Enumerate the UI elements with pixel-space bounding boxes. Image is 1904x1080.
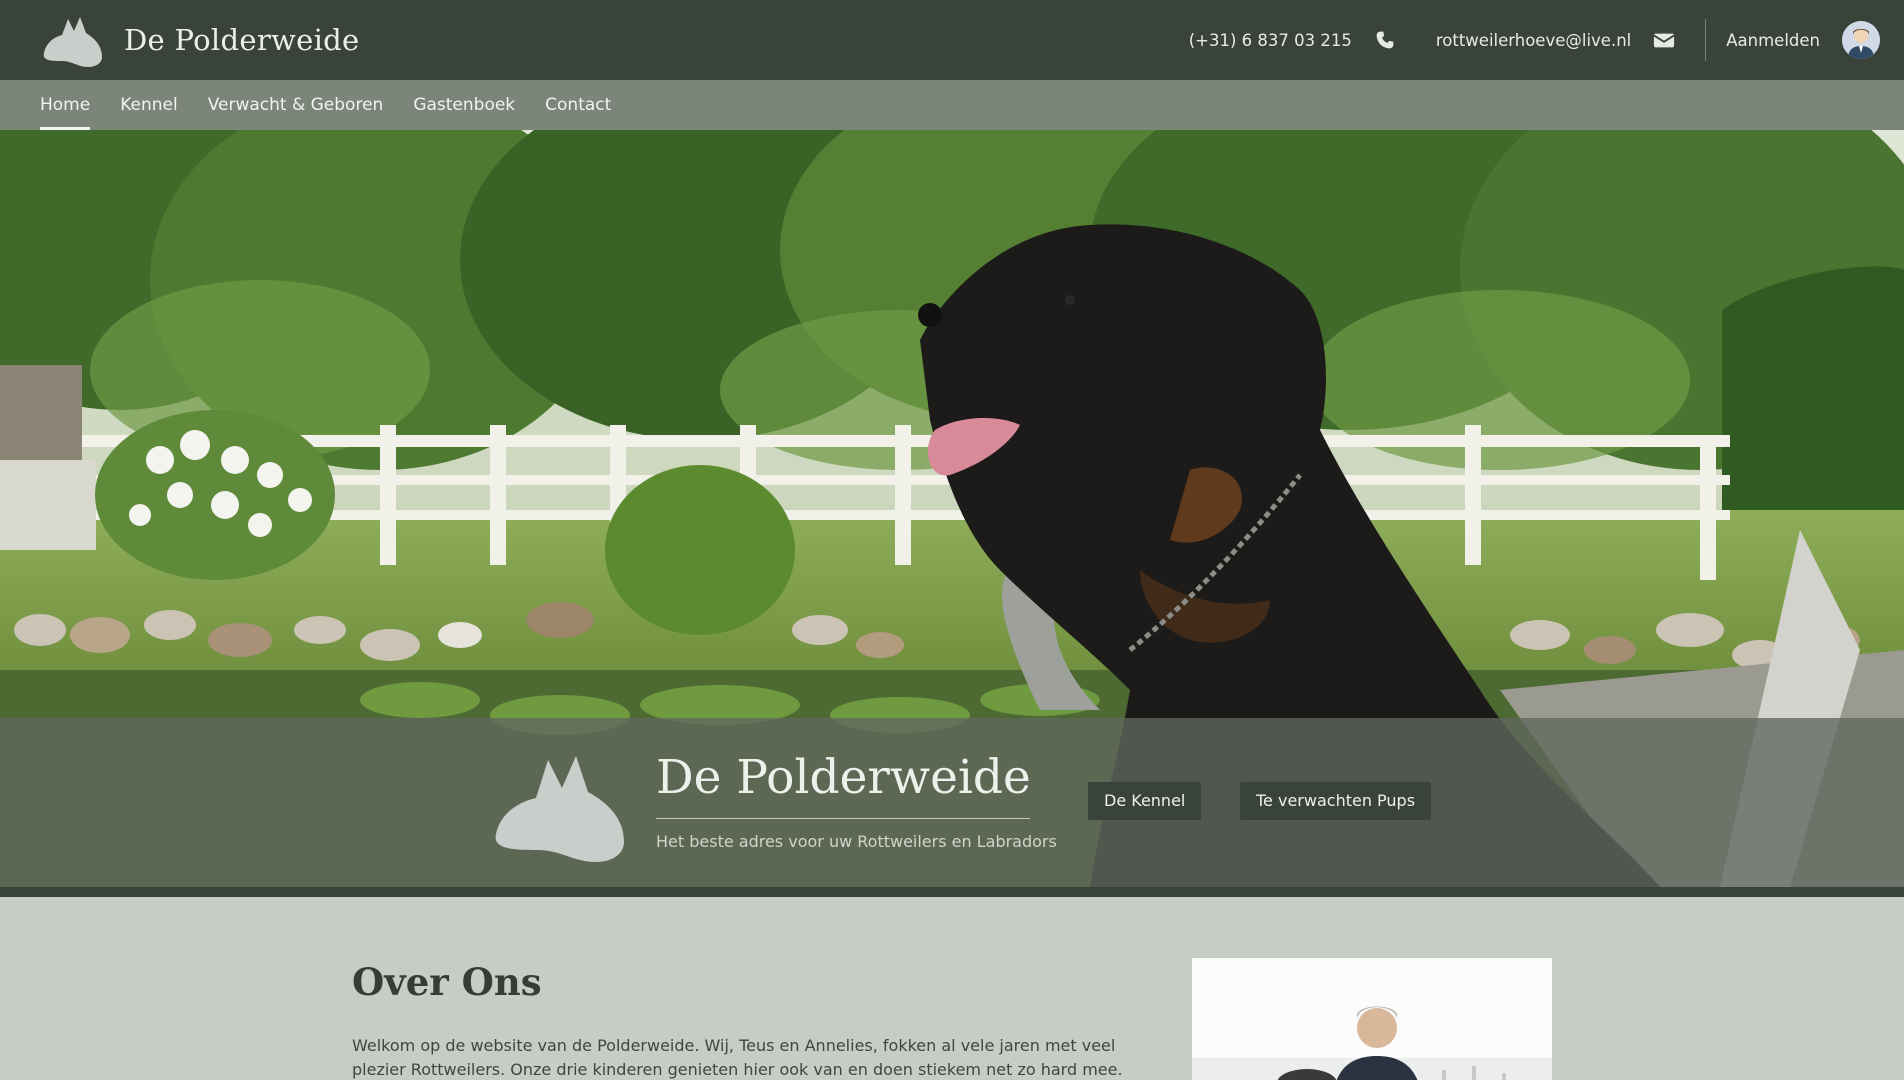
hero-bottom-border	[0, 887, 1904, 897]
hero-overlay: De Polderweide Het beste adres voor uw R…	[0, 718, 1904, 887]
about-text: Welkom op de website van de Polderweide.…	[352, 1036, 1123, 1079]
nav-item-home[interactable]: Home	[40, 80, 91, 130]
hero-title: De Polderweide	[656, 750, 1031, 805]
brand[interactable]: De Polderweide	[40, 12, 359, 68]
hero-tagline: Het beste adres voor uw Rottweilers en L…	[656, 832, 1057, 851]
te-verwachten-pups-button[interactable]: Te verwachten Pups	[1240, 782, 1432, 820]
main-nav: Home Kennel Verwacht & Geboren Gastenboe…	[0, 80, 1904, 130]
de-kennel-button[interactable]: De Kennel	[1088, 782, 1202, 820]
hero-divider	[656, 818, 1030, 819]
nav-item-contact[interactable]: Contact	[545, 80, 611, 130]
contact-bar: (+31) 6 837 03 215 rottweilerhoeve@live.…	[1189, 0, 1880, 80]
user-avatar-icon[interactable]	[1842, 21, 1880, 59]
brand-name: De Polderweide	[124, 23, 360, 57]
hero-banner: De Polderweide Het beste adres voor uw R…	[0, 130, 1904, 887]
nav-item-gastenboek[interactable]: Gastenboek	[413, 80, 515, 130]
dog-head-logo-icon	[43, 17, 102, 67]
divider	[1705, 19, 1707, 61]
nav-item-verwacht-geboren[interactable]: Verwacht & Geboren	[208, 80, 384, 130]
phone-number[interactable]: (+31) 6 837 03 215	[1189, 31, 1352, 50]
envelope-icon	[1653, 33, 1675, 48]
phone-icon	[1376, 31, 1394, 49]
dog-head-logo-icon	[495, 756, 624, 862]
login-link[interactable]: Aanmelden	[1726, 31, 1820, 50]
nav-item-kennel[interactable]: Kennel	[120, 80, 178, 130]
about-title: Over Ons	[352, 960, 542, 1004]
email-link[interactable]: rottweilerhoeve@live.nl	[1436, 31, 1631, 50]
about-photo	[1192, 958, 1552, 1080]
top-bar: De Polderweide (+31) 6 837 03 215 rottwe…	[0, 0, 1904, 80]
